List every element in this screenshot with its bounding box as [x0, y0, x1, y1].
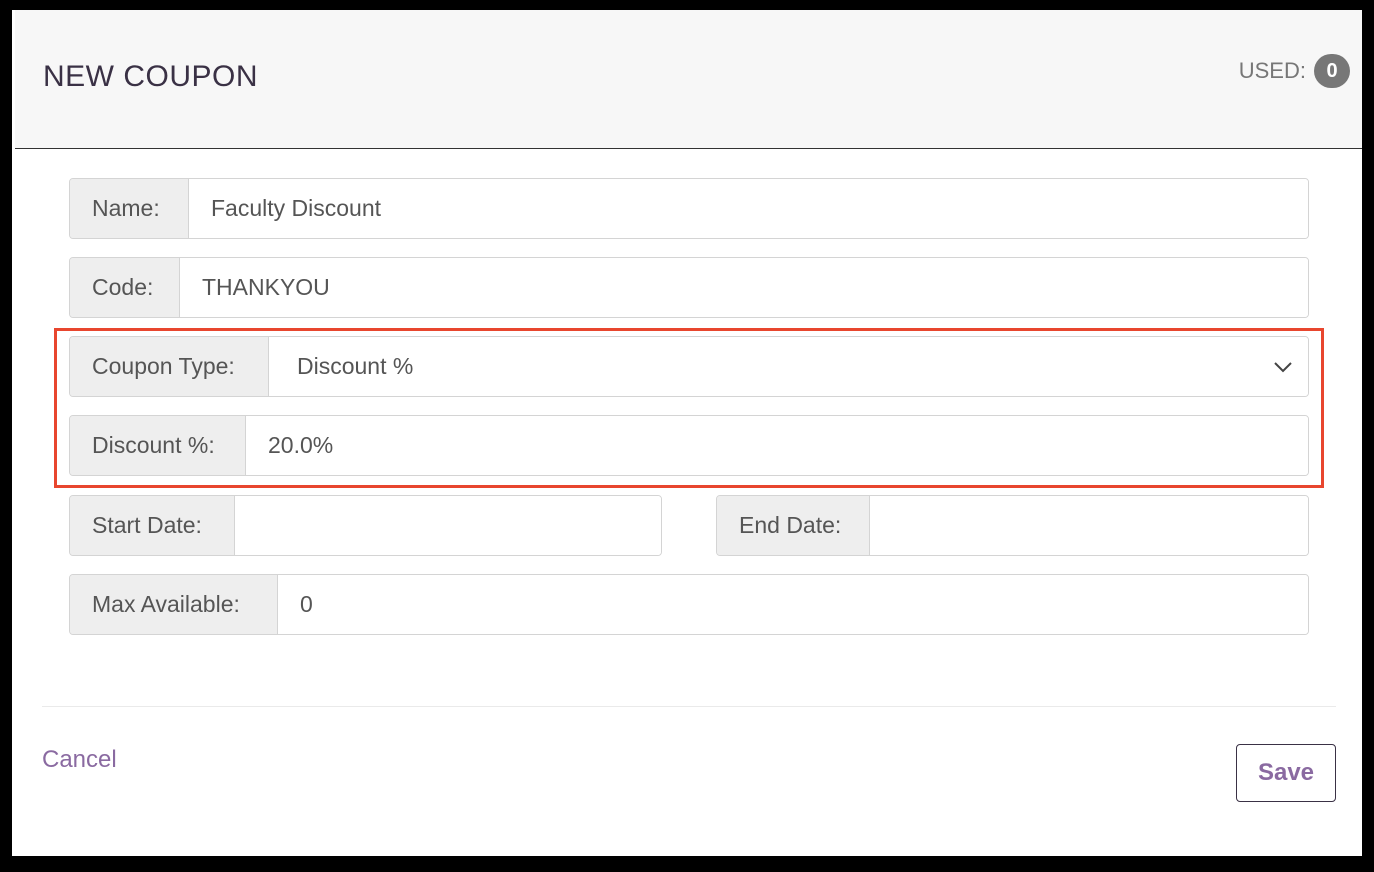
code-input-group: Code: THANKYOU [69, 257, 1309, 318]
used-indicator: USED: 0 [1239, 54, 1350, 88]
code-input[interactable]: THANKYOU [180, 258, 1308, 317]
coupon-type-value: Discount % [297, 353, 414, 379]
modal-title: NEW COUPON [43, 60, 258, 93]
start-date-label: Start Date: [70, 496, 235, 555]
max-available-label: Max Available: [70, 575, 278, 634]
used-count-badge: 0 [1314, 54, 1350, 88]
new-coupon-modal: NEW COUPON USED: 0 Name: Faculty Discoun… [12, 10, 1362, 856]
end-date-label: End Date: [717, 496, 870, 555]
discount-label: Discount %: [70, 416, 246, 475]
discount-input-group: Discount %: 20.0% [69, 415, 1309, 476]
start-date-input[interactable] [235, 496, 661, 555]
name-input[interactable]: Faculty Discount [189, 179, 1308, 238]
coupon-type-select[interactable]: Discount % [269, 337, 1308, 396]
window-frame: NEW COUPON USED: 0 Name: Faculty Discoun… [0, 0, 1374, 872]
save-button[interactable]: Save [1236, 744, 1336, 802]
cancel-link[interactable]: Cancel [42, 746, 117, 774]
end-date-input-group: End Date: [716, 495, 1309, 556]
discount-input[interactable]: 20.0% [246, 416, 1308, 475]
footer-divider [42, 706, 1336, 707]
modal-header: NEW COUPON USED: 0 [15, 10, 1362, 149]
chevron-down-icon [1274, 361, 1292, 372]
start-date-input-group: Start Date: [69, 495, 662, 556]
coupon-type-input-group: Coupon Type: Discount % [69, 336, 1309, 397]
used-label: USED: [1238, 58, 1306, 83]
name-input-group: Name: Faculty Discount [69, 178, 1309, 239]
name-label: Name: [70, 179, 189, 238]
code-label: Code: [70, 258, 180, 317]
end-date-input[interactable] [870, 496, 1308, 555]
coupon-type-label: Coupon Type: [70, 337, 269, 396]
max-available-input-group: Max Available: 0 [69, 574, 1309, 635]
max-available-input[interactable]: 0 [278, 575, 1308, 634]
